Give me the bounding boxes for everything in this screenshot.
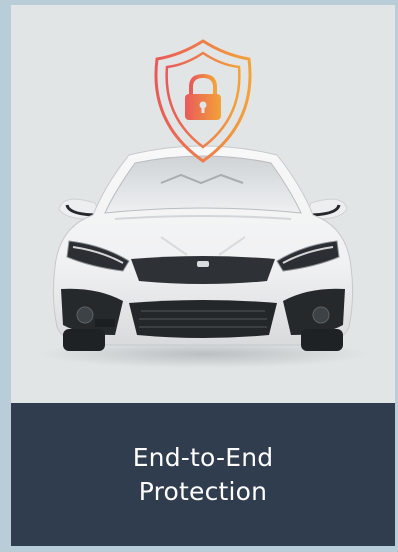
license-plate-mount	[95, 319, 115, 327]
car-image-area	[11, 5, 395, 403]
windshield	[104, 155, 302, 214]
left-wheel	[63, 329, 105, 351]
card-title: End-to-End Protection	[132, 442, 274, 506]
car-logo	[197, 261, 209, 267]
caption-panel: End-to-End Protection	[11, 403, 395, 546]
upper-grille	[131, 256, 275, 284]
car-illustration	[39, 39, 369, 368]
right-wheel	[301, 329, 343, 351]
feature-card[interactable]: End-to-End Protection	[11, 5, 395, 546]
shield-lock-icon	[154, 39, 252, 163]
